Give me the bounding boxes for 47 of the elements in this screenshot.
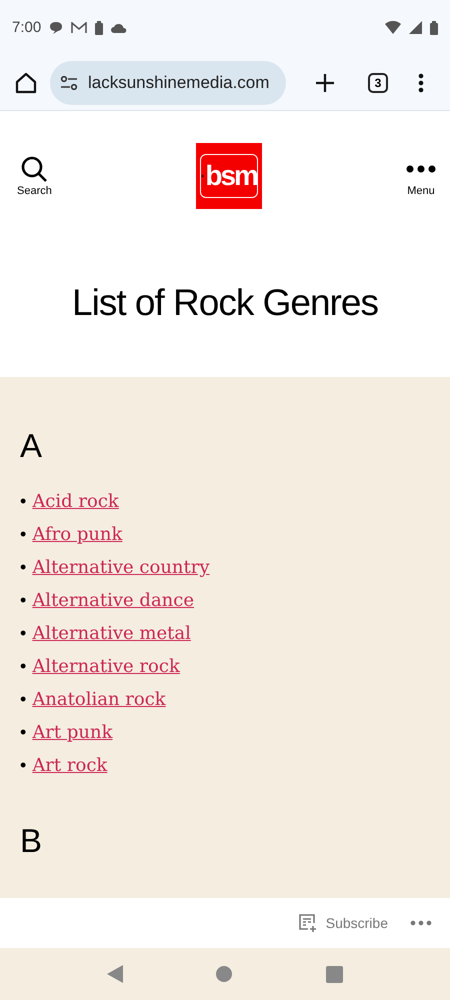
search-icon (20, 155, 48, 183)
more-options-button[interactable] (410, 920, 432, 926)
subscribe-button[interactable]: Subscribe (298, 913, 388, 933)
battery-icon (430, 20, 438, 34)
genre-link[interactable]: Afro punk (32, 518, 122, 551)
bullet: • (20, 523, 26, 546)
menu-button[interactable]: Menu (406, 155, 436, 197)
bullet: • (20, 655, 26, 678)
genre-link[interactable]: Acid rock (32, 485, 119, 518)
genre-link[interactable]: Alternative metal (32, 617, 191, 650)
bullet: • (20, 721, 26, 744)
bullet: • (20, 556, 26, 579)
reader-add-icon (298, 913, 318, 933)
bullet: • (20, 589, 26, 612)
section-heading: A (20, 427, 44, 465)
genre-link[interactable]: Art punk (32, 716, 112, 749)
cloud-icon (111, 22, 128, 32)
bullet: • (20, 688, 26, 711)
mail-icon (71, 22, 88, 34)
address-bar[interactable]: lacksunshinemedia.com (50, 60, 286, 104)
wifi-icon (385, 21, 401, 34)
genre-link[interactable]: Alternative country (32, 551, 210, 584)
genre-link[interactable]: Alternative rock (32, 650, 180, 683)
site-settings-icon[interactable] (60, 76, 78, 90)
genre-link[interactable]: Anatolian rock (32, 683, 166, 716)
battery-icon (95, 20, 104, 34)
recents-button[interactable] (326, 966, 344, 982)
section-heading: B (20, 822, 44, 860)
more-menu-button[interactable] (418, 72, 424, 92)
bullet: • (20, 754, 26, 777)
status-time: 7:00 (12, 19, 42, 36)
search-button[interactable]: Search (17, 155, 52, 197)
home-button[interactable] (14, 70, 38, 94)
genre-link[interactable]: Alternative dance (32, 584, 194, 617)
page-title: List of Rock Genres (72, 282, 378, 324)
home-nav-button[interactable] (216, 966, 232, 982)
bullet: • (20, 490, 26, 513)
dots-icon (406, 165, 436, 173)
chat-icon (49, 21, 64, 34)
new-tab-button[interactable] (314, 72, 336, 94)
bullet: • (20, 622, 26, 645)
logo-text: bsm (205, 160, 257, 192)
site-logo[interactable]: bsm (196, 143, 262, 209)
back-button[interactable] (106, 965, 123, 983)
genre-link[interactable]: Art rock (32, 749, 108, 782)
signal-icon (409, 21, 422, 34)
tab-count-button[interactable]: 3 (368, 72, 388, 92)
